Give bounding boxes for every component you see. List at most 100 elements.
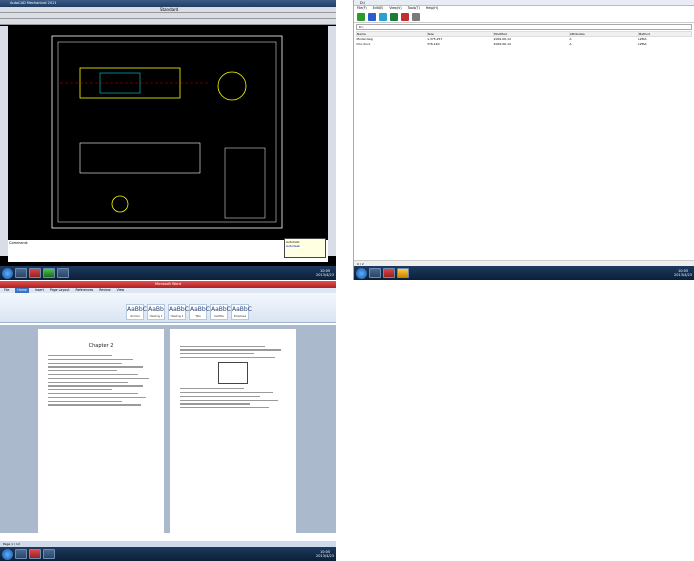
cad-command-text: Command: (9, 241, 29, 245)
style-name: Normal (130, 315, 140, 318)
address-bar[interactable]: D:\ (356, 24, 692, 30)
menu-view[interactable]: View(V) (389, 6, 401, 11)
cad-left-toolbar[interactable] (0, 26, 8, 256)
document-area[interactable]: Chapter 2 (0, 325, 336, 539)
style-title[interactable]: AaBbC Title (189, 304, 210, 320)
taskbar-app-folder[interactable] (397, 268, 409, 278)
tab-layout[interactable]: Page Layout (50, 288, 70, 293)
text-line (48, 404, 142, 406)
add-icon[interactable] (357, 12, 365, 21)
taskbar-app-explorer[interactable] (15, 549, 27, 559)
cad-toolbar-3[interactable] (0, 19, 336, 25)
style-sample: AaBbC (127, 306, 147, 313)
empty-quadrant (353, 281, 694, 561)
tab-view[interactable]: View (117, 288, 125, 293)
extract-icon[interactable] (368, 12, 376, 21)
text-line (48, 355, 112, 357)
cad-title-left: AutoCAD (10, 1, 26, 5)
file-name: Doc.docx (356, 42, 371, 46)
drawing-border (51, 35, 283, 229)
cad-taskbar: 10:05 2013/4/23 (0, 266, 336, 280)
test-icon[interactable] (379, 12, 387, 21)
part-section (79, 142, 201, 174)
text-line (48, 366, 144, 368)
style-normal[interactable]: AaBbC Normal (126, 304, 147, 320)
cad-layer-select[interactable]: Standard (160, 7, 178, 12)
style-emphasis[interactable]: AaBbC Emphasis (231, 304, 252, 320)
text-line (180, 345, 265, 347)
tab-file[interactable]: File (4, 288, 9, 293)
style-sample: AaBbC (232, 306, 252, 313)
title-block (224, 147, 266, 219)
tab-insert[interactable]: Insert (35, 288, 44, 293)
menu-tools[interactable]: Tools(T) (408, 6, 420, 11)
archive-toolbar (354, 11, 694, 23)
menu-edit[interactable]: Edit(E) (373, 6, 384, 11)
start-button[interactable] (356, 267, 367, 279)
clock-date: 2013/4/23 (316, 273, 334, 277)
file-attr: A (569, 42, 572, 46)
text-line (180, 403, 250, 405)
delete-icon[interactable] (401, 12, 409, 21)
cad-notification-balloon[interactable]: AutoCAD Autodesk (284, 238, 326, 258)
cad-drawing-canvas[interactable] (10, 28, 326, 238)
text-line (48, 392, 139, 395)
copy-icon[interactable] (390, 12, 398, 21)
style-sample: AaBbC (169, 306, 189, 313)
text-line (48, 389, 112, 391)
document-page-1[interactable]: Chapter 2 (38, 329, 164, 539)
archive-taskbar: 10:05 2013/4/23 (354, 266, 694, 280)
start-button[interactable] (2, 548, 13, 560)
style-subtitle[interactable]: AaBbC Subtitle (210, 304, 231, 320)
text-line (48, 373, 139, 376)
cad-title-right: Mechanical 2011 (26, 1, 57, 5)
drawing-frame (57, 41, 277, 223)
menu-help[interactable]: Help(H) (426, 6, 438, 11)
text-line (180, 399, 278, 401)
style-name: Heading 1 (149, 315, 163, 318)
text-line (180, 391, 274, 394)
style-name: Heading 2 (170, 315, 184, 318)
tab-review[interactable]: Review (99, 288, 110, 293)
taskbar-clock: 10:05 2013/4/23 (316, 269, 334, 277)
cad-command-line[interactable]: Command: (8, 240, 328, 262)
cad-right-toolbar[interactable] (328, 26, 336, 256)
style-name: Emphasis (233, 315, 247, 318)
word-title: Microsoft Word (0, 281, 336, 288)
balloon-link[interactable]: Autodesk (286, 244, 324, 248)
text-line (48, 358, 133, 361)
taskbar-app-word[interactable] (57, 268, 69, 278)
text-line (48, 400, 123, 402)
start-button[interactable] (2, 267, 13, 279)
file-table: Name Size Modified Attributes Method Mod… (356, 31, 693, 47)
document-page-2[interactable] (170, 329, 296, 539)
font-group[interactable] (3, 298, 123, 320)
text-line (48, 385, 144, 387)
detail-circle (111, 195, 129, 213)
text-line (180, 395, 260, 398)
taskbar-app-autocad[interactable] (383, 268, 395, 278)
text-line (180, 407, 270, 409)
style-heading2[interactable]: AaBbC Heading 2 (168, 304, 189, 320)
taskbar-app-explorer[interactable] (15, 268, 27, 278)
style-name: Title (195, 315, 201, 318)
taskbar-app-autocad[interactable] (29, 549, 41, 559)
info-icon[interactable] (412, 12, 420, 21)
taskbar-app-word[interactable] (43, 549, 55, 559)
taskbar-app-autocad[interactable] (29, 268, 41, 278)
text-line (180, 353, 255, 355)
text-line (48, 381, 128, 383)
style-sample: AaBbC (190, 306, 210, 313)
text-line (180, 349, 281, 351)
word-window: Microsoft Word File Home Insert Page Lay… (0, 281, 336, 561)
figure (218, 362, 248, 385)
tab-references[interactable]: References (76, 288, 94, 293)
table-row[interactable]: Doc.docx 376,160 2009-06-12 A LZMA (357, 42, 692, 47)
word-taskbar: 10:05 2013/4/23 (0, 547, 336, 561)
taskbar-app-archive[interactable] (43, 268, 55, 278)
style-sample: AaBb (148, 306, 164, 313)
tab-home[interactable]: Home (15, 288, 29, 293)
taskbar-app-explorer[interactable] (369, 268, 381, 278)
style-heading1[interactable]: AaBb Heading 1 (147, 304, 165, 320)
menu-file[interactable]: File(F) (357, 6, 367, 11)
